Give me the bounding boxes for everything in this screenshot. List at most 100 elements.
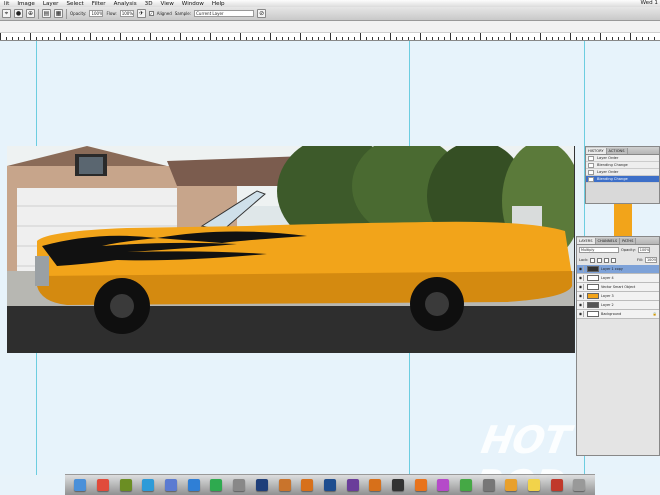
menu-filter[interactable]: Filter: [88, 1, 110, 7]
dock-icon-itunes[interactable]: [437, 479, 450, 491]
dock-icon-settings[interactable]: [482, 479, 495, 491]
layer-name: Background: [601, 312, 622, 316]
color-swatch[interactable]: [614, 204, 632, 236]
dock-icon-photos[interactable]: [505, 479, 518, 491]
ruler-tick: [420, 33, 421, 40]
visibility-eye-icon[interactable]: ◉: [578, 266, 584, 272]
menu-edit[interactable]: lit: [0, 1, 13, 7]
ruler-tick: [534, 37, 535, 40]
ruler-tick: [324, 37, 325, 40]
airbrush-button[interactable]: ✈: [136, 9, 146, 18]
ignore-adjustment-button[interactable]: ⊘: [257, 9, 267, 18]
ruler-tick: [576, 37, 577, 40]
layer-name: Vector Smart Object: [601, 285, 636, 289]
ruler-tick: [204, 37, 205, 40]
lock-pixels-button[interactable]: [597, 257, 603, 263]
menu-image[interactable]: Image: [13, 1, 39, 7]
tab-channels[interactable]: CHANNELS: [595, 238, 621, 244]
ruler-tick: [510, 33, 511, 40]
menu-3d[interactable]: 3D: [141, 1, 157, 7]
ruler-tick: [186, 37, 187, 40]
layer-row[interactable]: ◉ Background 🔒: [577, 310, 659, 319]
visibility-eye-icon[interactable]: ◉: [578, 302, 584, 308]
dock-icon-firefox[interactable]: [414, 479, 427, 491]
lock-position-button[interactable]: [604, 257, 610, 263]
dock-icon-br[interactable]: [278, 479, 291, 491]
tab-history[interactable]: HISTORY: [586, 148, 607, 154]
sample-label: Sample:: [174, 11, 192, 16]
menu-layer[interactable]: Layer: [39, 1, 63, 7]
layer-row[interactable]: ◉ Vector Smart Object: [577, 283, 659, 292]
visibility-eye-icon[interactable]: ◉: [578, 275, 584, 281]
flow-field[interactable]: 100%: [119, 10, 134, 17]
menu-select[interactable]: Select: [62, 1, 87, 7]
menu-view[interactable]: View: [157, 1, 178, 7]
layer-row[interactable]: ◉ Layer 1 copy: [577, 265, 659, 274]
dock-icon-trash[interactable]: [573, 479, 586, 491]
brush-picker-button[interactable]: ●: [14, 9, 23, 18]
dock-icon-ps[interactable]: [255, 479, 268, 491]
ruler-tick: [102, 37, 103, 40]
lock-transparency-button[interactable]: [590, 257, 596, 263]
dock-icon-preview[interactable]: [119, 479, 132, 491]
menu-help[interactable]: Help: [208, 1, 229, 7]
ruler-tick: [192, 37, 193, 40]
dock-icon-pr[interactable]: [346, 479, 359, 491]
dock-icon-finder[interactable]: [74, 479, 87, 491]
ruler-tick: [0, 33, 1, 40]
visibility-eye-icon[interactable]: ◉: [578, 311, 584, 317]
layer-thumbnail: [587, 302, 599, 308]
visibility-eye-icon[interactable]: ◉: [578, 284, 584, 290]
tab-layers[interactable]: LAYERS: [577, 238, 596, 244]
history-item-label: Layer Order: [597, 169, 619, 174]
dock-icon-maps[interactable]: [460, 479, 473, 491]
ruler-tick: [630, 33, 631, 40]
dock-icon-maps[interactable]: [142, 479, 155, 491]
lock-all-button[interactable]: [611, 257, 617, 263]
dock-icon-fonts[interactable]: [233, 479, 246, 491]
tab-paths[interactable]: PATHS: [620, 238, 637, 244]
ruler-tick: [618, 37, 619, 40]
horizontal-ruler[interactable]: [0, 33, 660, 41]
ruler-tick: [528, 37, 529, 40]
layer-row[interactable]: ◉ Layer 3: [577, 292, 659, 301]
layer-row[interactable]: ◉ Layer 2: [577, 301, 659, 310]
dock-icon-safari[interactable]: [187, 479, 200, 491]
aligned-checkbox[interactable]: ✓: [148, 11, 154, 16]
layer-row[interactable]: ◉ Layer 4: [577, 274, 659, 283]
toggle-panel-button[interactable]: ▦: [54, 9, 63, 18]
dock: [65, 474, 595, 495]
tool-preset-button[interactable]: ⌖: [2, 9, 11, 18]
fill-field[interactable]: 100%: [645, 257, 657, 263]
ruler-tick: [396, 37, 397, 40]
dock-icon-chrome[interactable]: [210, 479, 223, 491]
menu-window[interactable]: Window: [178, 1, 208, 7]
tab-actions[interactable]: ACTIONS: [606, 148, 628, 154]
visibility-eye-icon[interactable]: ◉: [578, 293, 584, 299]
dock-icon-acrobat[interactable]: [550, 479, 563, 491]
ruler-tick: [504, 37, 505, 40]
clone-source-button[interactable]: ⊕: [26, 9, 35, 18]
separator: [38, 8, 39, 19]
ruler-tick: [336, 37, 337, 40]
car-photo-document[interactable]: [7, 146, 575, 353]
dock-icon-ps[interactable]: [323, 479, 336, 491]
mode-button[interactable]: ▤: [42, 9, 51, 18]
dock-icon-terminal[interactable]: [391, 479, 404, 491]
sample-select[interactable]: Current Layer: [194, 10, 255, 17]
opacity-field[interactable]: 100%: [89, 10, 104, 17]
ruler-tick: [150, 33, 151, 40]
dock-icon-ai[interactable]: [301, 479, 314, 491]
dock-icon-ai[interactable]: [369, 479, 382, 491]
layers-opacity-field[interactable]: 100%: [637, 247, 650, 253]
blend-mode-select[interactable]: Multiply: [579, 247, 619, 253]
dock-icon-mail[interactable]: [165, 479, 178, 491]
ruler-tick: [72, 37, 73, 40]
ruler-tick: [180, 33, 181, 40]
menu-analysis[interactable]: Analysis: [110, 1, 141, 7]
ruler-tick: [144, 37, 145, 40]
dock-icon-calendar[interactable]: [97, 479, 110, 491]
history-item-selected[interactable]: Blending Change: [586, 176, 659, 183]
layer-name: Layer 3: [601, 294, 614, 298]
dock-icon-notes[interactable]: [528, 479, 541, 491]
